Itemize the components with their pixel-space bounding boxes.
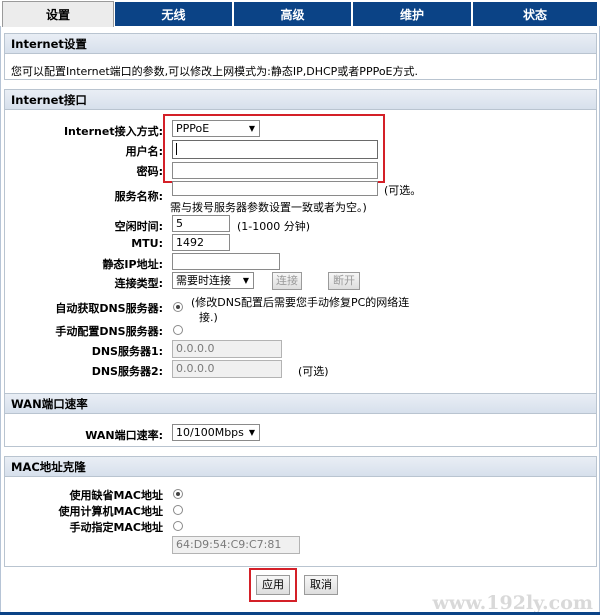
idle-time-label: 空闲时间: (114, 220, 163, 233)
content-frame: Internet设置 您可以配置Internet端口的参数,可以修改上网模式为:… (0, 26, 600, 615)
wan-speed-select[interactable]: 10/100Mbps ▼ (172, 424, 260, 441)
internet-settings-section: Internet设置 您可以配置Internet端口的参数,可以修改上网模式为:… (4, 33, 597, 80)
idle-time-value: 5 (176, 217, 183, 230)
connection-type-label: 连接类型: (114, 277, 163, 290)
auto-dns-hint-2: 接.) (199, 311, 218, 324)
dropdown-arrow-icon: ▼ (242, 276, 249, 285)
idle-time-input[interactable]: 5 (172, 215, 230, 232)
tab-maintenance[interactable]: 维护 (353, 2, 472, 26)
tab-advanced[interactable]: 高级 (234, 2, 352, 26)
dns2-hint: (可选) (298, 365, 329, 378)
manual-dns-radio[interactable] (173, 325, 183, 335)
dns1-value: 0.0.0.0 (176, 342, 215, 355)
connection-type-value: 需要时连接 (176, 274, 231, 287)
service-name-hint: (可选。 (384, 184, 422, 197)
mtu-value: 1492 (176, 236, 204, 249)
tab-wireless[interactable]: 无线 (115, 2, 233, 26)
manual-dns-label: 手动配置DNS服务器: (55, 325, 163, 338)
auto-dns-hint: (修改DNS配置后需要您手动修复PC的网络连 (191, 296, 410, 309)
dns1-input[interactable]: 0.0.0.0 (172, 340, 282, 358)
wan-speed-value: 10/100Mbps (176, 426, 244, 439)
tab-status[interactable]: 状态 (473, 2, 598, 26)
service-name-label: 服务名称: (114, 190, 163, 203)
dns2-value: 0.0.0.0 (176, 362, 215, 375)
mtu-label: MTU: (131, 237, 163, 250)
pc-mac-radio[interactable] (173, 505, 183, 515)
internet-settings-description: 您可以配置Internet端口的参数,可以修改上网模式为:静态IP,DHCP或者… (11, 65, 418, 78)
tab-bar: 设置 无线 高级 维护 状态 (0, 0, 600, 27)
mtu-input[interactable]: 1492 (172, 234, 230, 251)
highlight-box (249, 568, 297, 602)
watermark-text: www.192ly.com (432, 592, 593, 614)
username-label: 用户名: (125, 145, 163, 158)
section-title: MAC地址克隆 (5, 457, 596, 477)
mac-address-value: 64:D9:54:C9:C7:81 (176, 538, 282, 551)
manual-mac-radio[interactable] (173, 521, 183, 531)
dns2-input[interactable]: 0.0.0.0 (172, 360, 282, 378)
auto-dns-radio[interactable] (173, 302, 183, 312)
highlight-box (163, 114, 385, 183)
pc-mac-label: 使用计算机MAC地址 (58, 505, 163, 518)
manual-mac-label: 手动指定MAC地址 (69, 521, 163, 534)
password-label: 密码: (136, 165, 163, 178)
mac-address-input[interactable]: 64:D9:54:C9:C7:81 (172, 536, 300, 554)
section-title: Internet设置 (5, 34, 596, 54)
disconnect-button[interactable]: 断开 (328, 272, 360, 290)
static-ip-input[interactable] (172, 253, 280, 270)
static-ip-label: 静态IP地址: (102, 258, 163, 271)
default-mac-label: 使用缺省MAC地址 (69, 489, 163, 502)
access-mode-label: Internet接入方式: (63, 125, 163, 138)
default-mac-radio[interactable] (173, 489, 183, 499)
section-title: WAN端口速率 (5, 394, 596, 414)
section-title: Internet接口 (5, 90, 596, 110)
cancel-button[interactable]: 取消 (304, 575, 338, 595)
dns1-label: DNS服务器1: (91, 345, 163, 358)
wan-speed-label: WAN端口速率: (85, 429, 163, 442)
connection-type-select[interactable]: 需要时连接 ▼ (172, 272, 254, 289)
dns2-label: DNS服务器2: (91, 365, 163, 378)
dropdown-arrow-icon: ▼ (248, 428, 255, 437)
service-name-hint-2: 需与拨号服务器参数设置一致或者为空。) (170, 201, 367, 214)
idle-time-hint: (1-1000 分钟) (237, 220, 311, 233)
tab-settings[interactable]: 设置 (2, 1, 114, 27)
service-name-input[interactable] (172, 181, 378, 196)
connect-button[interactable]: 连接 (272, 272, 302, 290)
auto-dns-label: 自动获取DNS服务器: (55, 302, 163, 315)
